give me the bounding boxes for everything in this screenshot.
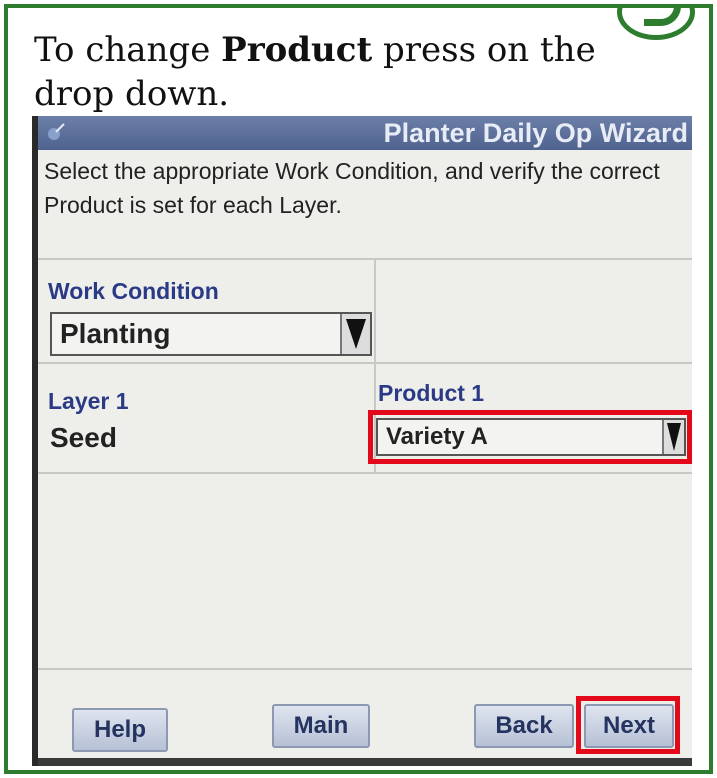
divider [38,362,692,364]
product-dropdown[interactable]: Variety A [376,418,686,456]
work-condition-dropdown[interactable]: Planting [50,312,372,356]
window-titlebar: Planter Daily Op Wizard [38,116,692,150]
back-button[interactable]: Back [474,704,574,748]
wizard-prompt: Select the appropriate Work Condition, a… [44,158,660,218]
divider [38,258,692,260]
help-button[interactable]: Help [72,708,168,752]
main-button[interactable]: Main [272,704,370,748]
divider [38,668,692,670]
window-title: Planter Daily Op Wizard [383,118,688,148]
device-photo: Planter Daily Op Wizard Select the appro… [32,116,692,766]
layer-value: Seed [50,422,117,453]
app-icon [48,123,65,140]
work-condition-value: Planting [60,318,171,349]
work-condition-label: Work Condition [48,278,219,304]
product-label: Product 1 [378,380,485,406]
dropdown-arrow-icon [340,314,370,354]
instruction-prefix: To change [34,30,222,70]
divider [38,472,692,474]
next-button[interactable]: Next [584,704,674,748]
screen-bezel [38,758,692,766]
instruction-emphasis: Product [221,30,373,70]
instruction-text: To change Product press on the drop down… [34,28,674,116]
tutorial-card: To change Product press on the drop down… [4,4,713,774]
dropdown-arrow-icon [662,420,684,454]
device-screen: Planter Daily Op Wizard Select the appro… [38,116,692,766]
layer-label: Layer 1 [48,388,129,414]
product-value: Variety A [386,423,488,450]
